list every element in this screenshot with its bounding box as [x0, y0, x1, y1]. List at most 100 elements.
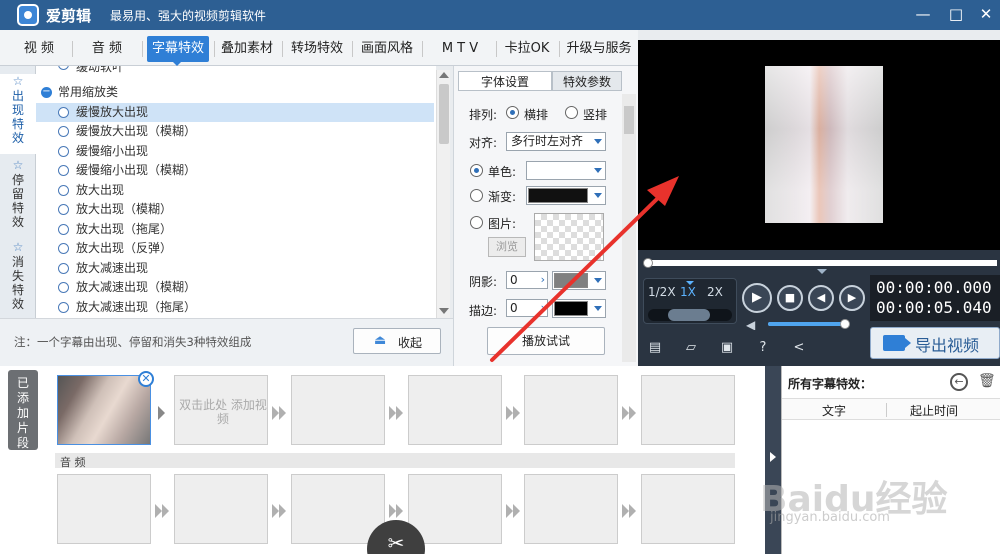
chevron-right-icon [158, 406, 165, 420]
collapse-category-icon[interactable]: − [41, 87, 52, 98]
tab-upgrade-service[interactable]: 升级与服务 [562, 36, 636, 62]
align-select[interactable]: 多行时左对齐 [506, 132, 606, 151]
trash-icon[interactable]: 🗑 [978, 373, 996, 391]
chevron-right-icon [622, 406, 629, 420]
open-folder-icon[interactable]: ▱ [682, 340, 700, 356]
list-item[interactable]: 缓动软叶 [36, 66, 434, 77]
share-icon[interactable]: < [790, 340, 808, 356]
list-item[interactable]: 放大减速出现（拖尾） [36, 298, 434, 317]
step-back-button[interactable]: ◀ [808, 285, 834, 311]
shadow-color-select[interactable] [552, 271, 606, 290]
empty-clip-slot[interactable] [524, 375, 618, 445]
gradient-select[interactable] [526, 186, 606, 205]
list-item-label: 放大减速出现（模糊） [76, 280, 197, 294]
stroke-input[interactable]: 0 › [506, 299, 548, 317]
export-video-button[interactable]: 导出视频 [870, 327, 1000, 359]
expand-icon[interactable] [817, 269, 827, 274]
help-icon[interactable]: ? [754, 340, 772, 356]
save-icon[interactable]: ▣ [718, 340, 736, 356]
menu-divider [214, 41, 215, 57]
play-test-button[interactable]: 播放试试 [487, 327, 605, 355]
settings-scrollbar[interactable] [622, 94, 636, 362]
tab-mtv[interactable]: M T V [424, 36, 496, 62]
scroll-up-icon[interactable] [439, 72, 449, 78]
list-item[interactable]: 放大减速出现（模糊） [36, 278, 434, 297]
tab-effect-params[interactable]: 特效参数 [552, 71, 622, 91]
list-item[interactable]: 放大出现（反弹） [36, 239, 434, 258]
chevron-right-icon [513, 406, 520, 420]
gradient-radio[interactable] [470, 189, 483, 202]
step-forward-button[interactable]: ▶ [839, 285, 865, 311]
tab-transitions[interactable]: 转场特效 [286, 36, 348, 62]
undo-icon[interactable]: ← [950, 373, 968, 391]
video-clip-thumbnail[interactable] [57, 375, 151, 445]
solid-color-select[interactable] [526, 161, 606, 180]
app-window: { "window": { "app_name": "爱剪辑", "taglin… [0, 0, 1000, 554]
close-button[interactable]: ✕ [977, 5, 995, 23]
spin-right-icon[interactable]: › [541, 272, 545, 288]
star-icon: ☆ [12, 74, 24, 88]
stroke-color-select[interactable] [552, 299, 606, 318]
list-item[interactable]: 放大出现（模糊） [36, 200, 434, 219]
speed-2x[interactable]: 2X [707, 285, 723, 299]
list-item[interactable]: 缓慢放大出现 [36, 103, 434, 122]
layout-vertical-radio[interactable] [565, 106, 578, 119]
image-radio[interactable] [470, 216, 483, 229]
side-tab-label: 停留特效 [11, 173, 24, 229]
effects-list-scrollbar[interactable] [436, 70, 450, 318]
tab-karaoke[interactable]: 卡拉OK [498, 36, 556, 62]
side-tab-stay[interactable]: ☆ 停留特效 [0, 158, 36, 236]
scrollbar-thumb[interactable] [624, 106, 634, 134]
playback-progress-bar[interactable] [643, 258, 997, 268]
layout-horizontal-radio[interactable] [506, 106, 519, 119]
list-item[interactable]: 放大减速出现 [36, 259, 434, 278]
volume-knob[interactable] [840, 319, 850, 329]
jog-knob[interactable] [668, 309, 710, 321]
list-item[interactable]: 缓慢缩小出现（模糊） [36, 161, 434, 180]
play-button[interactable]: ▶ [742, 283, 772, 313]
tab-audio[interactable]: 音 频 [78, 36, 136, 62]
side-tab-appear[interactable]: ☆ 出现特效 [0, 74, 36, 154]
list-item[interactable]: 缓慢放大出现（模糊） [36, 122, 434, 141]
scroll-down-icon[interactable] [439, 308, 449, 314]
spin-right-icon[interactable]: › [541, 300, 545, 316]
tab-subtitle-effects[interactable]: 字幕特效 [147, 36, 209, 62]
added-clips-tab[interactable]: 已添加片段 [8, 370, 38, 450]
chevron-right-icon [629, 406, 636, 420]
tab-overlay-material[interactable]: 叠加素材 [216, 36, 278, 62]
empty-clip-slot[interactable] [641, 375, 735, 445]
side-tab-disappear[interactable]: ☆ 消失特效 [0, 240, 36, 318]
tab-font-settings[interactable]: 字体设置 [458, 71, 552, 91]
solid-color-radio[interactable] [470, 164, 483, 177]
category-header[interactable]: − 常用缩放类 [36, 83, 434, 102]
empty-audio-slot[interactable] [408, 474, 502, 544]
tab-video[interactable]: 视 频 [10, 36, 68, 62]
menu-divider [559, 41, 560, 57]
browse-button[interactable]: 浏览 [488, 237, 526, 257]
list-item[interactable]: 放大出现 [36, 181, 434, 200]
empty-audio-slot[interactable] [57, 474, 151, 544]
maximize-button[interactable]: □ [947, 5, 965, 23]
list-item[interactable]: 放大出现（拖尾） [36, 220, 434, 239]
volume-slider[interactable] [768, 319, 850, 329]
empty-clip-slot[interactable] [291, 375, 385, 445]
jog-slider[interactable] [648, 309, 732, 321]
shadow-input[interactable]: 0 › [506, 271, 548, 289]
empty-audio-slot[interactable] [524, 474, 618, 544]
tab-picture-style[interactable]: 画面风格 [356, 36, 418, 62]
speed-half[interactable]: 1/2X [648, 285, 676, 299]
radio-icon [58, 185, 69, 196]
collapse-button[interactable]: ⏏ 收起 [353, 328, 441, 354]
new-project-icon[interactable]: ▤ [646, 340, 664, 356]
speed-1x[interactable]: 1X [680, 285, 696, 299]
empty-audio-slot[interactable] [174, 474, 268, 544]
image-preview[interactable] [534, 213, 604, 261]
minimize-button[interactable]: — [914, 5, 932, 23]
empty-audio-slot[interactable] [641, 474, 735, 544]
remove-clip-icon[interactable]: ✕ [138, 371, 154, 387]
stop-button[interactable]: ■ [777, 285, 803, 311]
empty-clip-slot[interactable] [408, 375, 502, 445]
progress-knob[interactable] [643, 258, 653, 268]
list-item[interactable]: 缓慢缩小出现 [36, 142, 434, 161]
scrollbar-thumb[interactable] [439, 84, 449, 144]
